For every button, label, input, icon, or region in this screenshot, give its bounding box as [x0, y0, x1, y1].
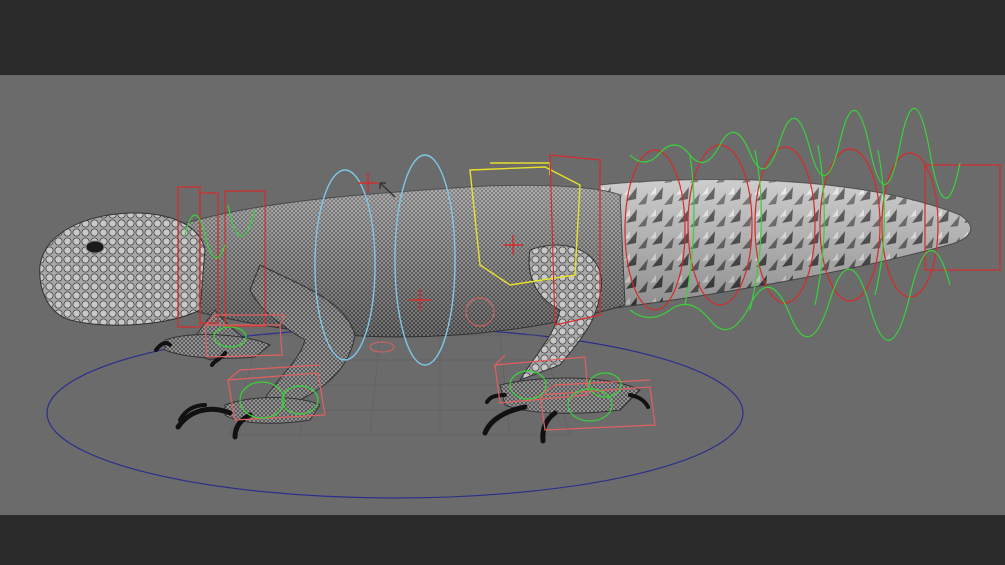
- lizard-head[interactable]: [39, 212, 206, 326]
- 3d-viewport[interactable]: [0, 75, 1005, 515]
- letterbox-bottom: [0, 515, 1005, 565]
- viewport-scene: [39, 107, 1001, 499]
- lizard-eye: [85, 240, 105, 254]
- letterbox-top: [0, 0, 1005, 75]
- front-right-foot[interactable]: [154, 334, 271, 367]
- ground-control-circle[interactable]: [46, 327, 744, 499]
- front-left-foot[interactable]: [175, 397, 321, 440]
- pivot-ellipse[interactable]: [369, 341, 395, 353]
